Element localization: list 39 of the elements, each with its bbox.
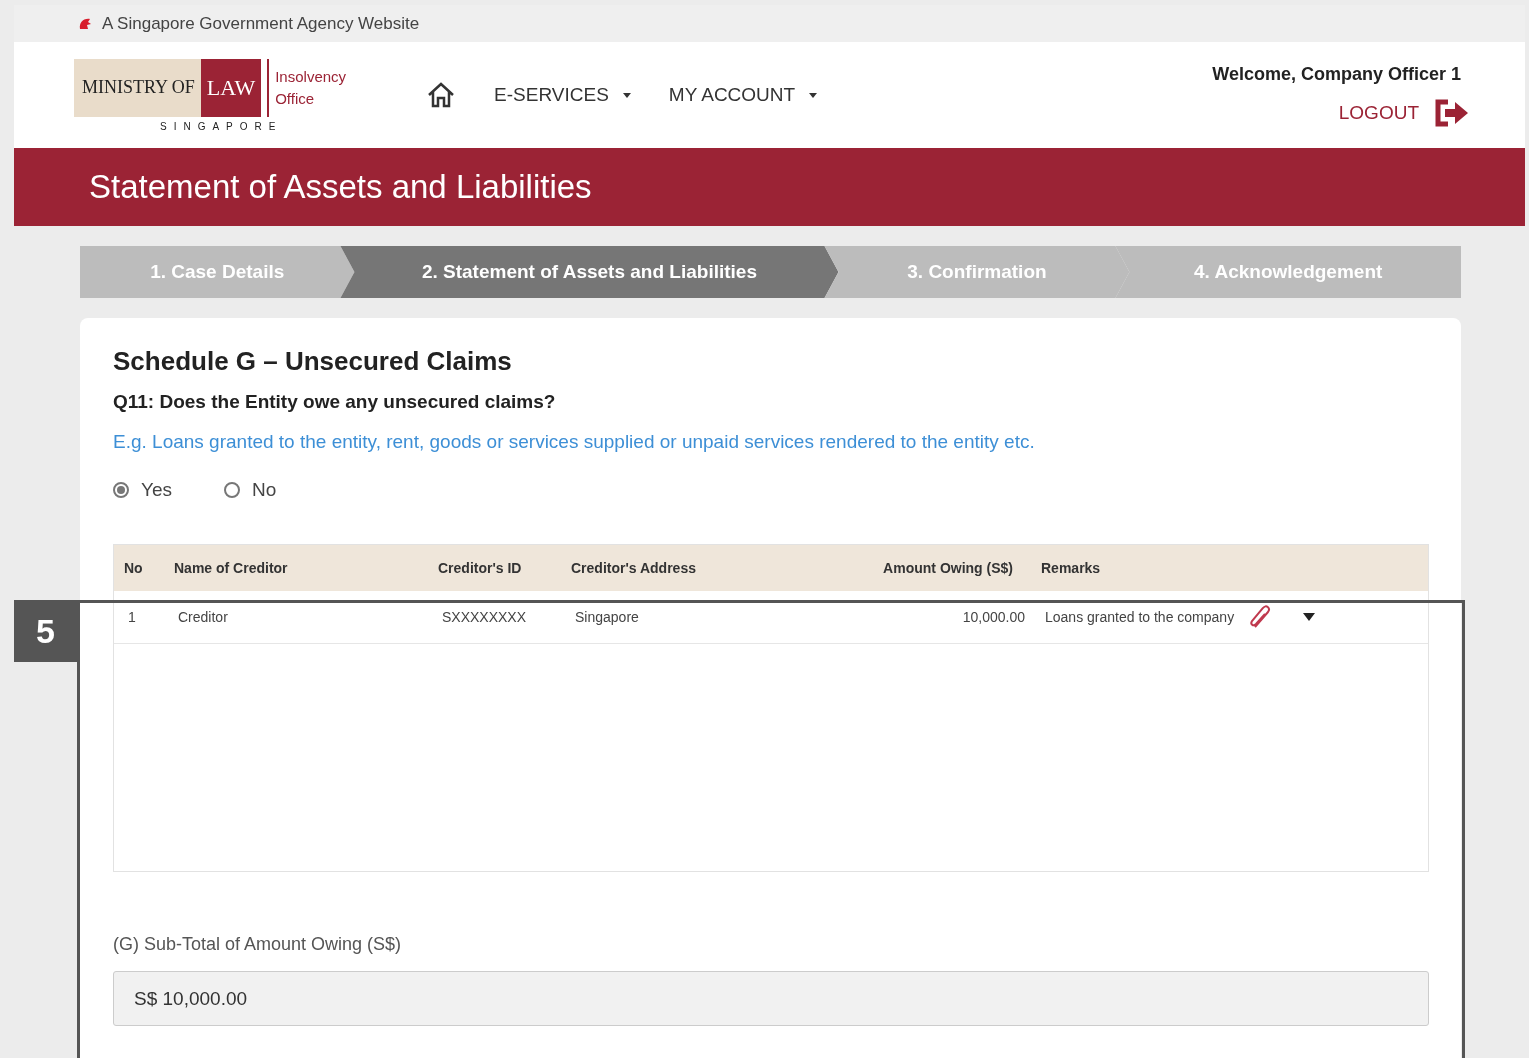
caret-icon [622,92,631,98]
column-header: Remarks [1040,560,1102,576]
progress-step: 3. Confirmation [824,246,1130,298]
logo-office-text: Insolvency [275,66,347,87]
table-cell-text: 10,000.00 [961,609,1026,625]
logo-ministry-text: MINISTRY OF [81,77,196,98]
caret-icon [809,92,818,98]
section-heading: Schedule G – Unsecured Claims [113,346,513,377]
logout-icon [1435,98,1469,127]
hint-text: E.g. Loans granted to the entity, rent, goods or services supplied or unpaid services rendered to the entity etc. [113,431,1036,453]
radio-option[interactable]: No [224,479,277,501]
column-header: Creditor's ID [437,560,523,576]
table-cell-text: SXXXXXXXX [441,609,528,625]
page-title: Statement of Assets and Liabilities [89,168,592,206]
table-cell-text: Loans granted to the company [1044,609,1236,625]
step-number-badge: 5 [14,600,77,662]
table-cell-text: 1 [127,609,137,625]
question-text: Q11: Does the Entity owe any unsecured claims? [113,391,557,413]
column-header: No [123,560,144,576]
progress-step: 1. Case Details [80,246,355,298]
logo-law-text: LAW [200,58,262,117]
agency-notice: A Singapore Government Agency Website [102,13,420,34]
table-cell-text: Creditor [177,609,229,625]
table-cell-text: Singapore [574,609,640,625]
progress-step: 4. Acknowledgement [1115,246,1461,298]
nav-menu[interactable]: E-SERVICES [494,84,631,106]
column-header: Amount Owing (S$) [882,560,1014,576]
logo-office-text: Office [275,88,316,109]
nav-menu[interactable]: MY ACCOUNT [668,84,818,106]
column-header: Creditor's Address [570,560,697,576]
radio-option[interactable]: Yes [113,479,172,501]
logo-country-text: SINGAPORE [160,120,283,132]
logout-link[interactable]: LOGOUT [1338,98,1469,127]
welcome-text: Welcome, Company Officer 1 [1212,63,1461,85]
column-header: Name of Creditor [173,560,289,576]
subtotal-field[interactable]: S$ 10,000.00 [113,971,1429,1026]
subtotal-label: (G) Sub-Total of Amount Owing (S$) [113,934,403,955]
caret-icon[interactable] [1303,613,1315,621]
progress-step: 2. Statement of Assets and Liabilities [340,246,839,298]
